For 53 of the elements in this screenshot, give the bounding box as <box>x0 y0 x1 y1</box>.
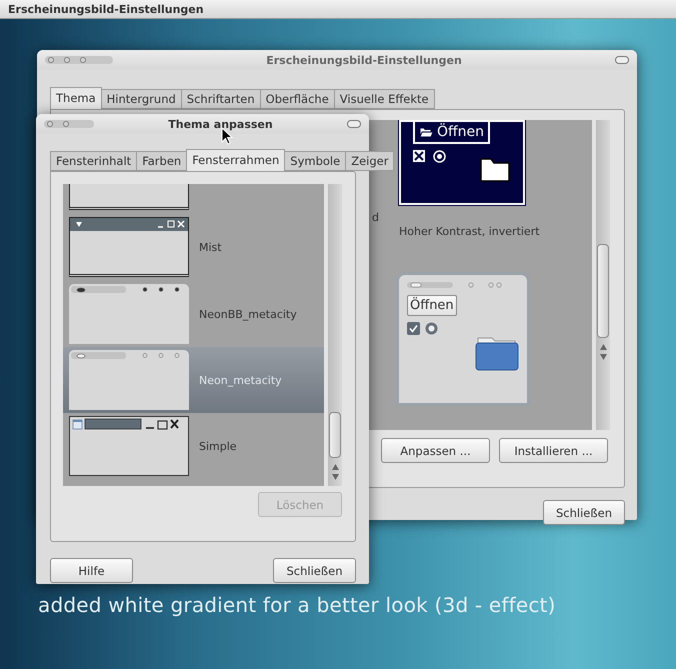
scroll-arrows-icon[interactable] <box>600 342 606 362</box>
theme-name: Hoher Kontrast, invertiert <box>399 225 540 238</box>
tab[interactable]: Fensterinhalt <box>50 151 138 171</box>
frame-preview[interactable] <box>69 416 189 476</box>
close-button[interactable]: Schließen <box>273 558 356 583</box>
window-shade-icon[interactable] <box>347 120 361 128</box>
frame-list-item[interactable]: NeonBB_metacity <box>63 284 324 347</box>
open-button-preview: Öffnen <box>407 295 457 316</box>
frame-preview[interactable] <box>69 217 189 277</box>
folder-icon <box>480 156 510 182</box>
tab[interactable]: Oberfläche <box>260 89 335 109</box>
scrollbar-thumb[interactable] <box>329 412 341 458</box>
radio-icon <box>433 150 446 163</box>
frame-name: Simple <box>199 440 237 452</box>
theme-name: d <box>372 211 379 224</box>
window-title: Thema anpassen <box>167 118 274 130</box>
frame-list-item[interactable]: Simple <box>63 413 324 482</box>
radio-icon <box>425 322 438 335</box>
checkbox-icon <box>413 150 425 162</box>
frame-name: Neon_metacity <box>199 374 282 386</box>
folder-icon <box>475 337 519 371</box>
dialog-button[interactable]: Installieren ... <box>499 438 608 463</box>
tab[interactable]: Farben <box>136 151 188 171</box>
theme-preview[interactable]: Öffnen <box>399 275 527 403</box>
scrollbar[interactable] <box>596 120 610 430</box>
scrollbar[interactable] <box>328 184 342 486</box>
window-controls-icon[interactable] <box>45 55 113 65</box>
frame-name: NeonBB_metacity <box>199 308 297 320</box>
close-button[interactable]: Schließen <box>543 500 625 525</box>
tab[interactable]: Schriftarten <box>180 89 261 109</box>
tab[interactable]: Thema <box>50 87 102 109</box>
tab[interactable]: Visuelle Effekte <box>334 89 435 109</box>
open-button-preview: Öffnen <box>413 122 490 144</box>
frame-preview[interactable] <box>69 184 189 210</box>
titlebar-preview-icon <box>70 218 188 231</box>
checkbox-icon <box>407 322 420 335</box>
folder-icon <box>419 126 433 138</box>
frame-name: Mist <box>199 240 222 254</box>
tab[interactable]: Symbole <box>284 151 346 171</box>
scroll-arrows-icon[interactable] <box>332 462 338 482</box>
window-shade-icon[interactable] <box>615 56 629 64</box>
top-bar-title: Erscheinungsbild-Einstellungen <box>8 2 204 16</box>
frame-list-item[interactable]: Mist <box>63 217 324 284</box>
tab[interactable]: Hintergrund <box>100 89 182 109</box>
tab[interactable]: Fensterrahmen <box>186 149 286 171</box>
dialog-button[interactable]: Anpassen ... <box>381 438 490 463</box>
tab[interactable]: Zeiger <box>345 151 394 171</box>
window-title: Erscheinungsbild-Einstellungen <box>265 54 463 66</box>
scrollbar-thumb[interactable] <box>597 244 609 338</box>
help-button[interactable]: Hilfe <box>50 558 133 583</box>
window-controls-icon[interactable] <box>44 119 94 129</box>
theme-preview[interactable]: Öffnen <box>399 120 525 205</box>
caption-text: added white gradient for a better look (3d - effect) <box>38 593 556 617</box>
